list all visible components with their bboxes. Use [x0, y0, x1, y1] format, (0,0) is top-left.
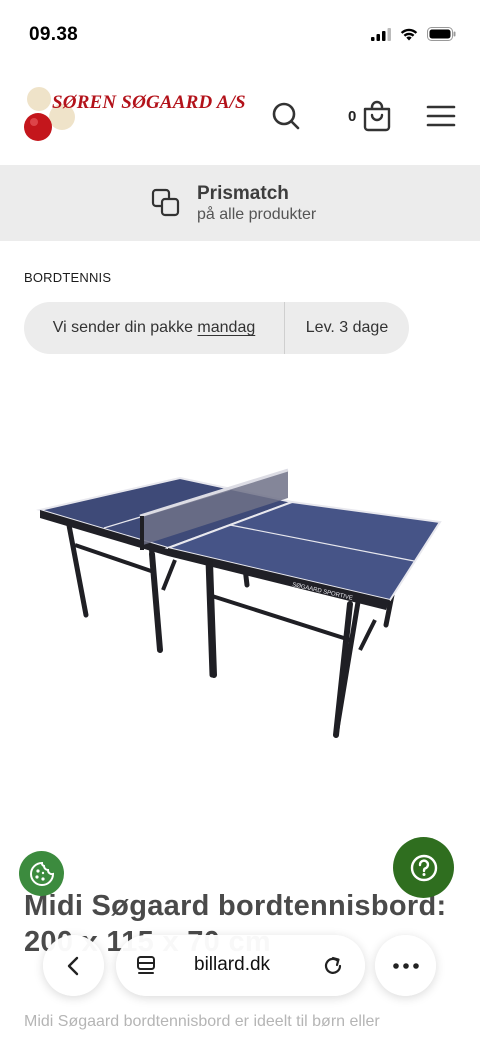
menu-button[interactable] [420, 96, 460, 136]
copy-icon [151, 188, 180, 217]
more-icon [392, 962, 419, 969]
cart-button[interactable]: 0 [348, 96, 392, 136]
logo-text: SØREN SØGAARD A/S [52, 92, 246, 113]
cookie-settings-button[interactable] [19, 851, 64, 896]
cart-count: 0 [348, 107, 357, 125]
signal-icon [371, 27, 391, 41]
product-description: Midi Søgaard bordtennisbord er ideelt ti… [24, 1013, 380, 1030]
delivery-prefix: Vi sender din pakke [52, 319, 198, 336]
logo[interactable]: SØREN SØGAARD A/S [22, 84, 246, 144]
cookie-icon [29, 861, 54, 886]
wifi-icon [400, 28, 418, 40]
battery-icon [427, 27, 456, 41]
product-image[interactable]: SØGAARD SPORTIVE [30, 450, 450, 750]
status-time: 09.38 [29, 24, 79, 45]
delivery-lead-time: Lev. 3 dage [305, 319, 389, 336]
price-match-banner[interactable]: Prismatch på alle produkter [0, 165, 480, 241]
url-text[interactable]: billard.dk [194, 954, 270, 976]
chevron-left-icon [67, 956, 78, 975]
help-button[interactable] [393, 837, 454, 898]
menu-icon [426, 105, 456, 127]
browser-back-button[interactable] [43, 935, 104, 996]
status-bar: 09.38 [0, 0, 480, 64]
breadcrumb[interactable]: BORDTENNIS [24, 270, 111, 285]
question-icon [410, 854, 437, 881]
browser-more-button[interactable] [375, 935, 436, 996]
reload-icon[interactable] [320, 953, 346, 979]
site-header: SØREN SØGAARD A/S 0 [0, 64, 480, 165]
cart-icon [364, 100, 391, 132]
delivery-day: mandag [197, 319, 256, 336]
delivery-info: Vi sender din pakke mandag Lev. 3 dage [24, 302, 409, 354]
status-icons [371, 27, 456, 41]
delivery-date: Vi sender din pakke mandag [24, 319, 284, 337]
search-icon [272, 102, 300, 130]
price-match-title: Prismatch [197, 183, 289, 204]
search-button[interactable] [266, 96, 306, 136]
tabs-icon[interactable] [134, 954, 158, 978]
browser-address-bar[interactable]: billard.dk [116, 935, 365, 996]
price-match-subtitle: på alle produkter [197, 206, 317, 223]
